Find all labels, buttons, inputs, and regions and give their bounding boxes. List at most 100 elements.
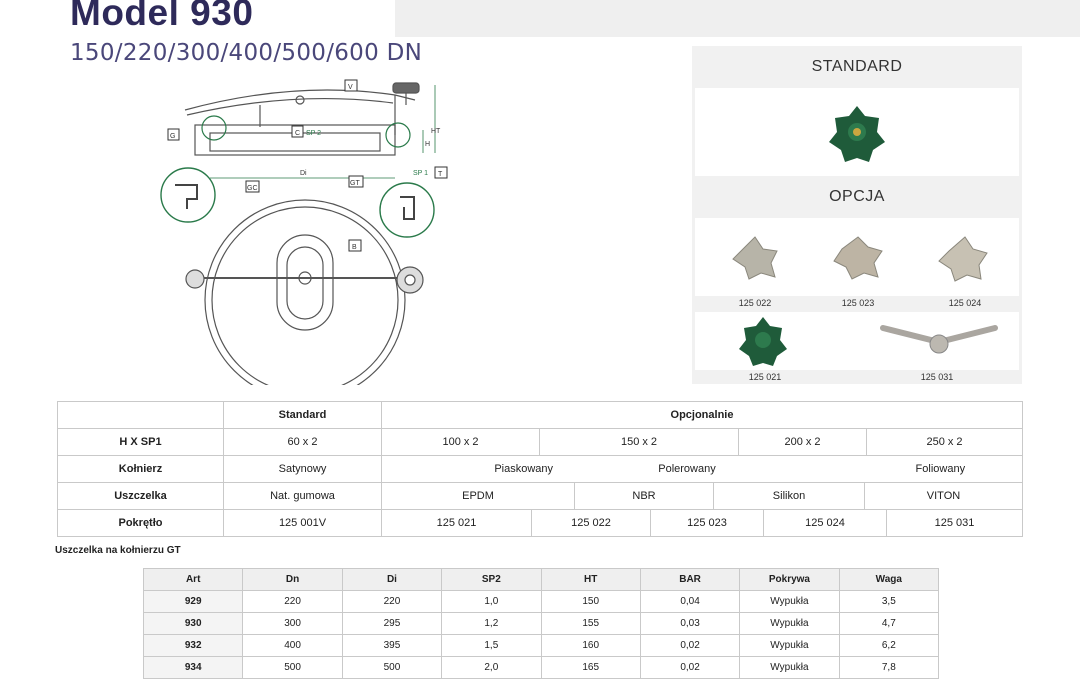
art-cell: 1,2 [441,612,542,635]
spec-standard-value: 125 001V [223,509,382,537]
spec-options: EPDM NBR Silikon VITON [381,482,1023,510]
label-h: H [425,141,430,148]
art-cell: 0,02 [639,634,741,657]
knob-panel: STANDARD OPCJA 125 022 125 023 125 024 1… [692,46,1022,384]
art-header-cell: HT [540,568,641,591]
spec-standard-value: Satynowy [223,455,382,483]
art-cell: 155 [540,612,641,635]
seal-note: Uszczelka na kołnierzu GT [55,545,181,556]
spec-table: Standard Opcjonalnie H X SP1 60 x 2 100 … [57,401,1023,537]
art-cell: 220 [242,590,343,613]
label-gt: GT [350,180,360,187]
art-cell: 0,03 [639,612,741,635]
standard-header: STANDARD [811,58,903,75]
art-cell: 0,02 [639,656,741,679]
standard-knob-area [695,88,1019,176]
knob-code: 125 021 [748,372,782,382]
spec-col-optional: Opcjonalnie [381,401,1023,429]
spec-corner [57,401,224,429]
table-row: 932 400 395 1,5 160 0,02 Wypukła 6,2 [142,634,940,657]
art-cell: 2,0 [441,656,542,679]
art-cell: 220 [341,590,443,613]
art-cell: 165 [540,656,641,679]
art-table: Art Dn Di SP2 HT BAR Pokrywa Waga 929 220 220 1,0 1… [142,568,940,679]
option-knobs-row2 [695,312,1019,370]
spec-option: VITON [926,490,961,502]
art-cell: 0,04 [639,590,741,613]
art-cell: 150 [540,590,641,613]
spec-option: 125 021 [382,510,532,536]
art-cell: 4,7 [838,612,940,635]
art-cell: Wypukła [739,634,840,657]
spec-option: EPDM [382,483,575,509]
table-row: 934 500 500 2,0 165 0,02 Wypukła 7,8 [142,656,940,679]
label-g: G [170,133,175,140]
spec-col-standard: Standard [223,401,382,429]
art-header-cell: Waga [838,568,940,591]
manway-technical-drawing: V C SP 2 HT H G Di SP 1 T GC GT B [160,79,448,385]
label-b: B [352,244,357,251]
art-header-cell: Pokrywa [739,568,840,591]
spec-option: 250 x 2 [926,436,963,448]
spec-row-label: H X SP1 [57,428,224,456]
spec-option: Silikon [714,483,865,509]
spec-standard-value: Nat. gumowa [223,482,382,510]
green-knob-icon [829,106,885,162]
spec-option: 100 x 2 [382,429,540,455]
spec-standard-value: 60 x 2 [223,428,382,456]
art-cell: 7,8 [838,656,940,679]
label-di: Di [300,170,307,177]
star-knob-icon [732,236,778,280]
art-cell: 500 [341,656,443,679]
spec-option: Polerowany [658,463,716,475]
spec-option: Foliowany [915,463,966,475]
art-cell: 3,5 [838,590,940,613]
art-header-cell: Dn [242,568,343,591]
knob-code: 125 031 [920,372,954,382]
label-sp1: SP 1 [413,170,428,177]
art-cell: 932 [142,634,244,657]
spec-option: 125 022 [532,510,651,536]
art-cell: 400 [242,634,343,657]
option-knobs-row1: 125 022 125 023 125 024 [695,218,1019,308]
art-cell: 160 [540,634,641,657]
art-cell: 395 [341,634,443,657]
art-cell: 295 [341,612,443,635]
star-knob-icon [938,236,988,282]
spec-option: 150 x 2 [540,429,739,455]
star-knob-icon [833,236,883,280]
option-header: OPCJA [829,188,885,205]
spec-options: 100 x 2 150 x 2 200 x 2 250 x 2 [381,428,1023,456]
spec-option: 125 031 [934,517,975,529]
green-knob-icon [739,317,787,366]
label-sp2: SP 2 [306,130,321,137]
art-cell: 6,2 [838,634,940,657]
label-ht: HT [431,128,441,135]
art-header-cell: SP2 [441,568,542,591]
label-c: C [295,130,300,137]
spec-options: 125 021 125 022 125 023 125 024 125 031 [381,509,1023,537]
label-v: V [348,84,353,91]
lever-handle-icon [880,325,998,354]
art-header-cell: BAR [639,568,741,591]
spec-options: Piaskowany Polerowany Foliowany [381,455,1023,483]
label-gc: GC [247,185,258,192]
art-cell: Wypukła [739,656,840,679]
spec-row-label: Uszczelka [57,482,224,510]
spec-option: NBR [575,483,714,509]
page-subtitle: 150/220/300/400/500/600 DN [70,40,423,66]
art-cell: 930 [142,612,244,635]
label-t: T [438,171,443,178]
art-cell: Wypukła [739,612,840,635]
art-cell: 500 [242,656,343,679]
spec-option: 125 024 [764,510,887,536]
spec-option: 125 023 [651,510,764,536]
spec-option: 200 x 2 [739,429,867,455]
art-cell: 1,0 [441,590,542,613]
art-table-header: Art Dn Di SP2 HT BAR Pokrywa Waga [142,568,940,591]
spec-option: Piaskowany [494,463,554,475]
art-header-cell: Art [142,568,244,591]
art-header-cell: Di [341,568,443,591]
knob-code: 125 024 [948,298,982,308]
spec-row-label: Pokrętło [57,509,224,537]
